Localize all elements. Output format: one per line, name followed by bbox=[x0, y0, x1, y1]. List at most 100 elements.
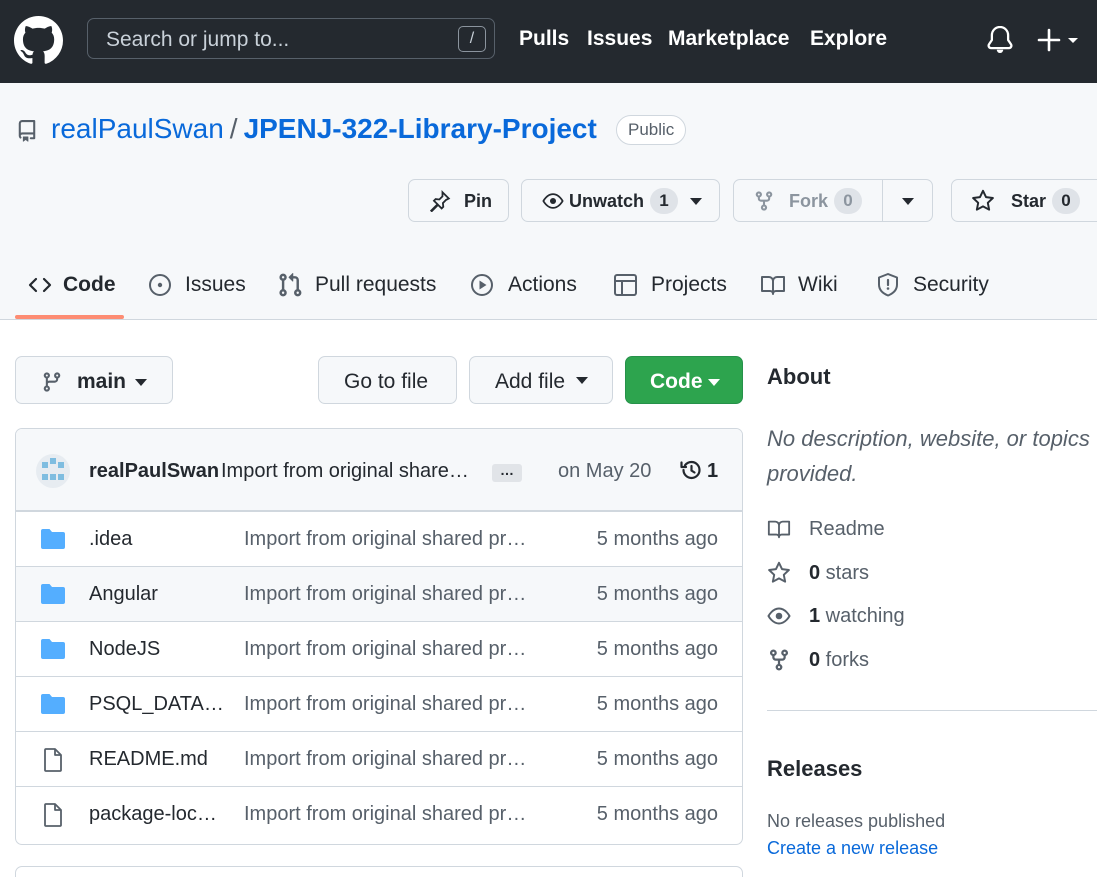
add-file-chevron-down-icon bbox=[576, 377, 588, 385]
shield-icon bbox=[876, 272, 902, 298]
latest-commit-row: realPaulSwan Import from original share…… bbox=[16, 429, 742, 511]
fork-button[interactable]: Fork 0 bbox=[733, 179, 933, 222]
tab-actions[interactable]: Actions bbox=[470, 269, 580, 319]
file-browser: realPaulSwan Import from original share…… bbox=[15, 428, 743, 845]
add-file-button[interactable]: Add file bbox=[469, 356, 613, 404]
file-commit-message[interactable]: Import from original shared pr… bbox=[244, 803, 526, 826]
fork-label: Fork bbox=[789, 191, 829, 211]
add-file-label: Add file bbox=[495, 370, 566, 393]
file-commit-message[interactable]: Import from original shared pr… bbox=[244, 528, 526, 551]
tab-pull-requests-label: Pull requests bbox=[315, 273, 437, 296]
eye-icon bbox=[767, 604, 791, 628]
nav-marketplace[interactable]: Marketplace bbox=[668, 27, 789, 51]
commit-author[interactable]: realPaulSwan bbox=[89, 460, 219, 483]
about-description: No description, website, or topics provi… bbox=[767, 426, 1090, 486]
file-age: 5 months ago bbox=[596, 583, 718, 605]
folder-icon bbox=[40, 528, 66, 552]
file-row[interactable]: Angular Import from original shared pr… … bbox=[16, 566, 742, 621]
file-name-link[interactable]: package-loc… bbox=[89, 803, 217, 826]
pin-icon bbox=[428, 190, 452, 212]
code-chevron-down-icon bbox=[708, 379, 720, 387]
tab-issues-label: Issues bbox=[185, 273, 246, 296]
file-age: 5 months ago bbox=[596, 528, 718, 550]
star-icon bbox=[971, 189, 995, 213]
file-row[interactable]: PSQL_DATA… Import from original shared p… bbox=[16, 676, 742, 731]
tab-pull-requests[interactable]: Pull requests bbox=[277, 269, 437, 319]
repo-separator: / bbox=[229, 113, 238, 144]
repo-name-link[interactable]: JPENJ-322-Library-Project bbox=[244, 113, 597, 144]
tab-security[interactable]: Security bbox=[876, 269, 991, 319]
unwatch-button[interactable]: Unwatch 1 bbox=[521, 179, 720, 222]
table-icon bbox=[613, 272, 639, 298]
tab-wiki[interactable]: Wiki bbox=[760, 269, 845, 319]
go-to-file-label: Go to file bbox=[344, 370, 429, 393]
file-row[interactable]: package-loc… Import from original shared… bbox=[16, 786, 742, 841]
file-commit-message[interactable]: Import from original shared pr… bbox=[244, 693, 526, 716]
tab-projects[interactable]: Projects bbox=[613, 269, 728, 319]
fork-icon bbox=[767, 648, 791, 672]
repo-owner-link[interactable]: realPaulSwan bbox=[51, 113, 224, 144]
create-new-plus-icon[interactable] bbox=[1037, 26, 1081, 54]
file-age: 5 months ago bbox=[596, 638, 718, 660]
search-shortcut-key: / bbox=[458, 26, 486, 52]
repo-title: realPaulSwan / JPENJ-322-Library-Project bbox=[51, 113, 597, 145]
file-row[interactable]: .idea Import from original shared pr… 5 … bbox=[16, 511, 742, 566]
nav-issues[interactable]: Issues bbox=[587, 27, 652, 51]
branch-icon bbox=[41, 370, 63, 394]
file-name-link[interactable]: README.md bbox=[89, 748, 208, 771]
commit-message[interactable]: Import from original share… bbox=[221, 460, 469, 483]
file-age: 5 months ago bbox=[596, 803, 718, 825]
tab-actions-label: Actions bbox=[508, 273, 577, 296]
file-name-link[interactable]: .idea bbox=[89, 528, 132, 551]
fork-divider bbox=[882, 180, 883, 221]
file-row[interactable]: README.md Import from original shared pr… bbox=[16, 731, 742, 786]
fork-count: 0 bbox=[834, 188, 862, 214]
forks-label: forks bbox=[820, 649, 870, 671]
file-commit-message[interactable]: Import from original shared pr… bbox=[244, 583, 526, 606]
file-name-link[interactable]: PSQL_DATA… bbox=[89, 693, 224, 716]
tab-code-label: Code bbox=[63, 273, 116, 296]
star-button[interactable]: Star 0 bbox=[951, 179, 1097, 222]
notifications-bell-icon[interactable] bbox=[987, 26, 1013, 54]
file-name-link[interactable]: Angular bbox=[89, 583, 158, 606]
code-icon bbox=[27, 272, 53, 298]
nav-explore[interactable]: Explore bbox=[810, 27, 887, 51]
code-download-button[interactable]: Code bbox=[625, 356, 743, 404]
fork-icon bbox=[753, 189, 775, 213]
book-icon bbox=[767, 517, 791, 541]
go-to-file-button[interactable]: Go to file bbox=[318, 356, 457, 404]
pull-request-icon bbox=[277, 272, 303, 298]
history-icon[interactable] bbox=[679, 458, 703, 482]
tab-issues[interactable]: Issues bbox=[148, 269, 248, 319]
commit-expand-button[interactable]: … bbox=[492, 463, 522, 482]
file-commit-message[interactable]: Import from original shared pr… bbox=[244, 638, 526, 661]
pin-button[interactable]: Pin bbox=[408, 179, 509, 222]
releases-heading[interactable]: Releases bbox=[767, 756, 862, 782]
book-icon bbox=[760, 272, 786, 298]
create-release-link[interactable]: Create a new release bbox=[767, 838, 938, 859]
nav-pulls[interactable]: Pulls bbox=[519, 27, 569, 51]
commit-date[interactable]: on May 20 bbox=[558, 460, 651, 483]
star-icon bbox=[767, 561, 791, 585]
star-count: 0 bbox=[1052, 188, 1080, 214]
stars-label: stars bbox=[820, 562, 870, 584]
watch-count: 1 bbox=[650, 188, 678, 214]
issue-icon bbox=[148, 272, 174, 298]
active-tab-indicator bbox=[15, 315, 124, 319]
file-row[interactable]: NodeJS Import from original shared pr… 5… bbox=[16, 621, 742, 676]
branch-select-button[interactable]: main bbox=[15, 356, 173, 404]
file-commit-message[interactable]: Import from original shared pr… bbox=[244, 748, 526, 771]
commit-count[interactable]: 1 bbox=[707, 460, 718, 483]
avatar[interactable] bbox=[36, 454, 70, 488]
tab-projects-label: Projects bbox=[651, 273, 727, 296]
stars-count: 0 bbox=[809, 562, 821, 584]
search-input[interactable]: Search or jump to... / bbox=[87, 18, 495, 59]
about-heading: About bbox=[767, 364, 831, 389]
fork-dropdown-chevron-icon[interactable] bbox=[902, 198, 914, 206]
eye-icon bbox=[541, 190, 565, 212]
watching-label: watching bbox=[820, 605, 905, 627]
github-logo-icon[interactable] bbox=[14, 16, 63, 65]
tab-code[interactable]: Code bbox=[27, 269, 117, 319]
file-name-link[interactable]: NodeJS bbox=[89, 638, 160, 661]
branch-chevron-down-icon bbox=[135, 379, 147, 387]
